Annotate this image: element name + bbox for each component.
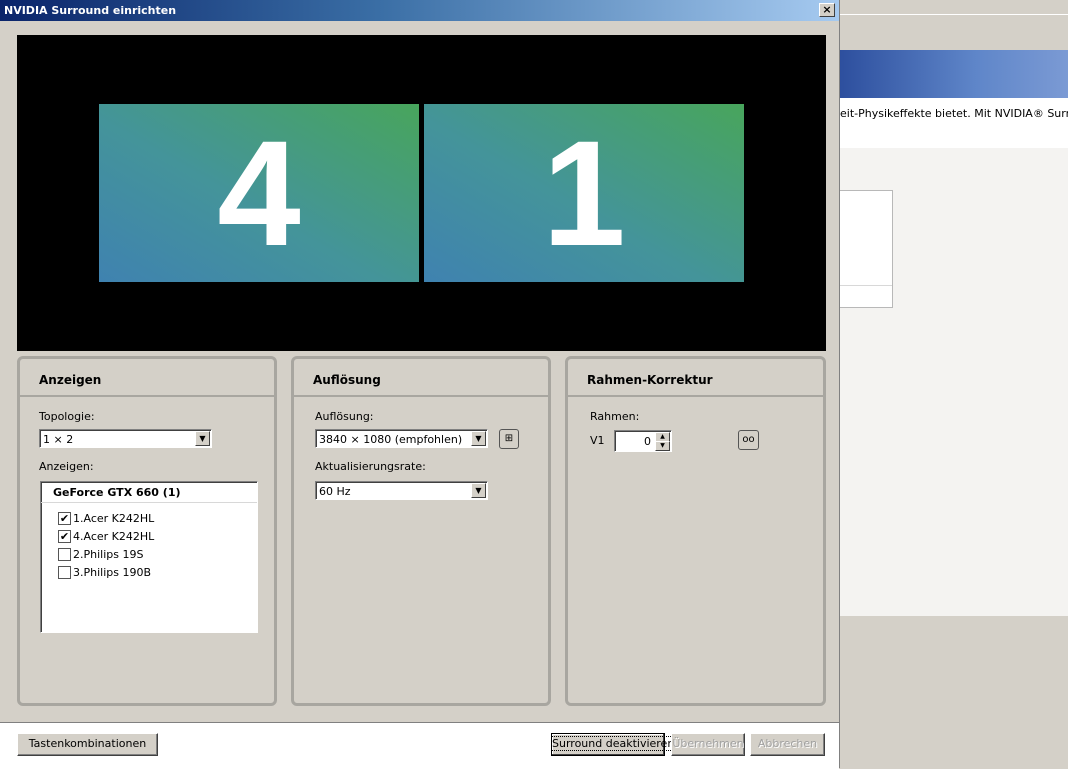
display-label: 3.Philips 190B — [73, 565, 152, 579]
display-preview: 4 1 — [17, 35, 826, 351]
rate-label: Aktualisierungsrate: — [315, 460, 426, 473]
custom-resolution-icon[interactable]: ⊞ — [499, 429, 519, 449]
display-checkbox[interactable] — [58, 565, 71, 579]
deactivate-surround-button[interactable]: Surround deaktivieren — [550, 733, 676, 756]
cancel-button[interactable]: Abbrechen — [750, 733, 825, 756]
title-bar[interactable]: NVIDIA Surround einrichten × — [0, 0, 839, 21]
deactivate-surround-label: Surround deaktivieren — [550, 736, 676, 751]
background-lower-area — [840, 616, 1068, 768]
display-checkbox[interactable]: ✔ — [58, 511, 71, 525]
v1-spinner[interactable]: 0 ▲ ▼ — [614, 430, 672, 452]
topologie-label: Topologie: — [39, 410, 95, 423]
close-button[interactable]: × — [819, 3, 835, 17]
display-label: 1.Acer K242HL — [73, 511, 155, 525]
display-item[interactable]: 3.Philips 190B — [58, 564, 151, 580]
anzeigen-panel: Anzeigen Topologie: 1 × 2 ▼ Anzeigen: Ge… — [17, 356, 277, 706]
spin-down-icon[interactable]: ▼ — [655, 441, 670, 451]
rahmen-label: Rahmen: — [590, 410, 640, 423]
close-icon: × — [822, 3, 832, 16]
aufloesung-panel-title: Auflösung — [294, 359, 548, 397]
dialog-footer: Tastenkombinationen Surround deaktiviere… — [0, 722, 839, 769]
background-menubar — [840, 14, 1068, 51]
background-window: eit-Physikeffekte bietet. Mit NVIDIA® Su… — [840, 0, 1068, 768]
topologie-dropdown[interactable]: 1 × 2 ▼ — [39, 429, 212, 448]
surround-dialog: NVIDIA Surround einrichten × 4 1 Anzeige… — [0, 0, 840, 769]
link-bezel-icon[interactable]: oo — [738, 430, 759, 450]
display-item[interactable]: ✔ 1.Acer K242HL — [58, 510, 154, 526]
monitor-tile-1[interactable]: 1 — [424, 104, 744, 282]
chevron-down-icon[interactable]: ▼ — [471, 483, 486, 498]
rate-value: 60 Hz — [319, 485, 351, 498]
aufloesung-dropdown[interactable]: 3840 × 1080 (empfohlen) ▼ — [315, 429, 488, 448]
monitor-tile-4[interactable]: 4 — [99, 104, 419, 282]
rate-dropdown[interactable]: 60 Hz ▼ — [315, 481, 488, 500]
gpu-header: GeForce GTX 660 (1) — [41, 482, 257, 503]
chevron-down-icon[interactable]: ▼ — [195, 431, 210, 446]
background-text: eit-Physikeffekte bietet. Mit NVIDIA® Su… — [840, 107, 1068, 120]
display-item[interactable]: ✔ 4.Acer K242HL — [58, 528, 154, 544]
background-toolbar — [840, 0, 1068, 14]
display-checkbox[interactable]: ✔ — [58, 529, 71, 543]
apply-button[interactable]: Übernehmen — [671, 733, 745, 756]
dialog-title: NVIDIA Surround einrichten — [4, 4, 177, 17]
anzeigen-panel-title: Anzeigen — [20, 359, 274, 397]
rahmen-panel: Rahmen-Korrektur Rahmen: V1 0 ▲ ▼ oo — [565, 356, 826, 706]
v1-value: 0 — [644, 435, 651, 448]
display-item[interactable]: 2.Philips 19S — [58, 546, 143, 562]
aufloesung-panel: Auflösung Auflösung: 3840 × 1080 (empfoh… — [291, 356, 551, 706]
background-content — [840, 98, 1068, 148]
display-label: 4.Acer K242HL — [73, 529, 155, 543]
chevron-down-icon[interactable]: ▼ — [471, 431, 486, 446]
rahmen-panel-title: Rahmen-Korrektur — [568, 359, 823, 397]
anzeigen-label: Anzeigen: — [39, 460, 94, 473]
display-checkbox[interactable] — [58, 547, 71, 561]
background-box — [840, 190, 893, 308]
shortcuts-button[interactable]: Tastenkombinationen — [17, 733, 158, 756]
display-list[interactable]: GeForce GTX 660 (1) ✔ 1.Acer K242HL ✔ 4.… — [40, 481, 258, 633]
display-label: 2.Philips 19S — [73, 547, 144, 561]
aufloesung-value: 3840 × 1080 (empfohlen) — [319, 433, 463, 446]
aufloesung-label: Auflösung: — [315, 410, 374, 423]
topologie-value: 1 × 2 — [43, 433, 74, 446]
background-banner — [840, 50, 1068, 98]
v1-label: V1 — [590, 434, 605, 447]
